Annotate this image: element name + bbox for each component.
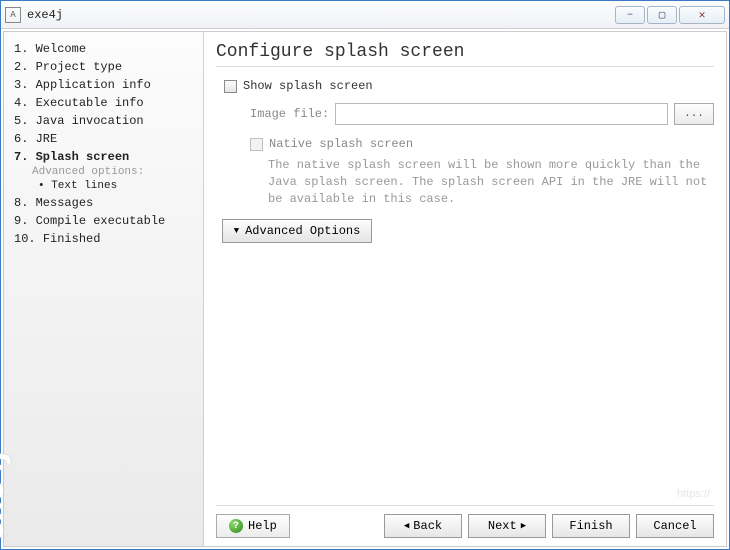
ellipsis-icon: ... xyxy=(684,108,704,120)
browse-button[interactable]: ... xyxy=(674,103,714,125)
titlebar: A exe4j – ▢ ✕ xyxy=(1,1,729,29)
step-java-invocation[interactable]: 5. Java invocation xyxy=(14,112,193,130)
native-splash-checkbox[interactable] xyxy=(250,138,263,151)
advanced-options-button[interactable]: ▼ Advanced Options xyxy=(222,219,372,243)
next-label: Next xyxy=(488,519,517,533)
window-title: exe4j xyxy=(27,8,615,22)
step-executable-info[interactable]: 4. Executable info xyxy=(14,94,193,112)
close-button[interactable]: ✕ xyxy=(679,6,725,24)
image-file-label: Image file: xyxy=(250,107,329,121)
image-file-input[interactable] xyxy=(335,103,668,125)
page-title: Configure splash screen xyxy=(216,42,714,67)
cancel-label: Cancel xyxy=(653,519,696,533)
show-splash-label: Show splash screen xyxy=(243,79,373,93)
substep-text-lines[interactable]: • Text lines xyxy=(14,178,193,194)
triangle-left-icon: ◀ xyxy=(404,521,409,531)
step-project-type[interactable]: 2. Project type xyxy=(14,58,193,76)
chevron-down-icon: ▼ xyxy=(234,226,239,236)
step-messages[interactable]: 8. Messages xyxy=(14,194,193,212)
step-jre[interactable]: 6. JRE xyxy=(14,130,193,148)
minimize-button[interactable]: – xyxy=(615,6,645,24)
wizard-sidebar: 1. Welcome 2. Project type 3. Applicatio… xyxy=(4,32,204,546)
next-button[interactable]: Next ▶ xyxy=(468,514,546,538)
brand-logo: exe4j xyxy=(0,450,12,540)
maximize-button[interactable]: ▢ xyxy=(647,6,677,24)
image-file-row: Image file: ... xyxy=(216,101,714,127)
step-welcome[interactable]: 1. Welcome xyxy=(14,40,193,58)
app-icon: A xyxy=(5,7,21,23)
native-splash-label: Native splash screen xyxy=(269,137,413,151)
native-splash-description: The native splash screen will be shown m… xyxy=(216,153,714,207)
help-label: Help xyxy=(248,519,277,533)
content-area: 1. Welcome 2. Project type 3. Applicatio… xyxy=(3,31,727,547)
show-splash-row: Show splash screen xyxy=(216,77,714,95)
window-controls: – ▢ ✕ xyxy=(615,6,725,24)
main-panel: Configure splash screen Show splash scre… xyxy=(204,32,726,546)
native-splash-row: Native splash screen xyxy=(216,135,714,153)
wizard-footer: ? Help ◀ Back Next ▶ Finish Cancel xyxy=(216,505,714,538)
step-splash-screen[interactable]: 7. Splash screen xyxy=(14,148,193,166)
maximize-icon: ▢ xyxy=(659,8,666,22)
advanced-options-label: Advanced options: xyxy=(14,166,193,178)
back-button[interactable]: ◀ Back xyxy=(384,514,462,538)
finish-button[interactable]: Finish xyxy=(552,514,630,538)
wizard-steps: 1. Welcome 2. Project type 3. Applicatio… xyxy=(14,40,193,248)
step-compile-executable[interactable]: 9. Compile executable xyxy=(14,212,193,230)
step-finished[interactable]: 10. Finished xyxy=(14,230,193,248)
spacer xyxy=(216,243,714,505)
triangle-right-icon: ▶ xyxy=(521,521,526,531)
help-button[interactable]: ? Help xyxy=(216,514,290,538)
app-window: A exe4j – ▢ ✕ 1. Welcome 2. Project type… xyxy=(0,0,730,550)
minimize-icon: – xyxy=(627,9,634,21)
cancel-button[interactable]: Cancel xyxy=(636,514,714,538)
finish-label: Finish xyxy=(569,519,612,533)
close-icon: ✕ xyxy=(699,8,706,22)
back-label: Back xyxy=(413,519,442,533)
show-splash-checkbox[interactable] xyxy=(224,80,237,93)
help-icon: ? xyxy=(229,519,243,533)
step-application-info[interactable]: 3. Application info xyxy=(14,76,193,94)
advanced-options-label: Advanced Options xyxy=(245,224,360,238)
